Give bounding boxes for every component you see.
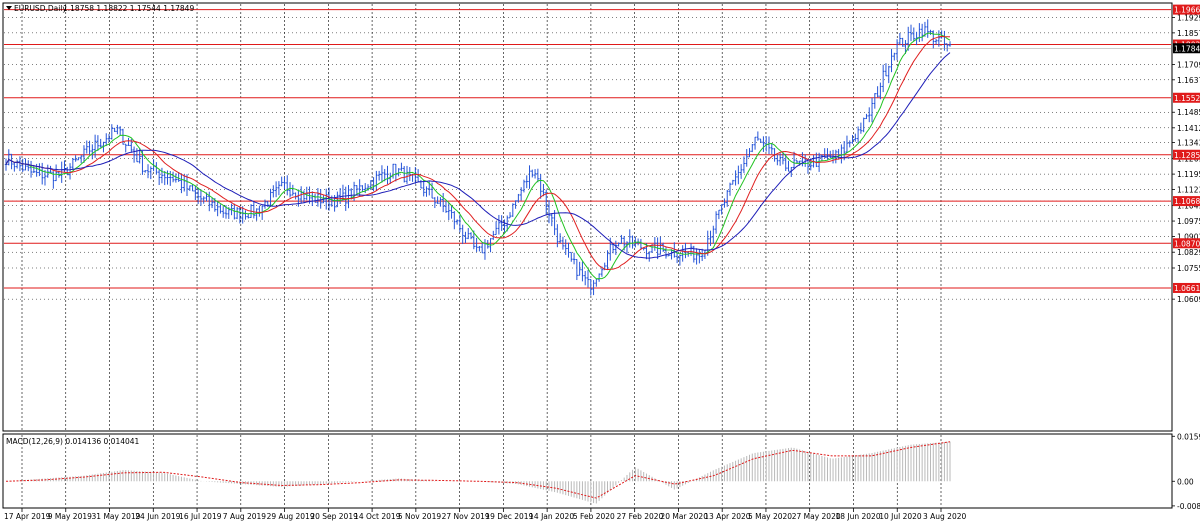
time-tick-label: 13 Apr 2020: [704, 512, 751, 521]
macd-tick-label: 0.015992: [1177, 432, 1200, 441]
time-tick-label: 16 Jul 2019: [179, 512, 222, 521]
price-tick-label: 1.18570: [1177, 29, 1200, 38]
time-tick-label: 27 Feb 2020: [617, 512, 664, 521]
price-chart-frame: [2, 2, 1173, 432]
level-price-tag-label: 1.10685: [1174, 197, 1200, 206]
time-tick-label: 5 May 2020: [748, 512, 792, 521]
time-tick-label: 18 Jun 2020: [835, 512, 880, 521]
macd-header-label: MACD(12,26,9) 0.014136 0.014041: [6, 437, 140, 446]
time-tick-label: 9 May 2019: [48, 512, 92, 521]
price-tick-label: 1.06090: [1177, 295, 1200, 304]
price-chart-canvas[interactable]: 1.19290 1.18570 1.17090 1.16370 1.14850 1.141…: [0, 0, 1200, 525]
price-tick-label: 1.09750: [1177, 217, 1200, 226]
level-price-tag-label: 1.19660: [1174, 6, 1200, 15]
price-tick-label: 1.14850: [1177, 108, 1200, 117]
time-tick-label: 31 May 2019: [92, 512, 141, 521]
macd-tick-label: 0.00: [1177, 477, 1194, 486]
time-tick-label: 29 Aug 2019: [267, 512, 315, 521]
time-tick-label: 14 Oct 2019: [354, 512, 401, 521]
price-tick-label: 1.16370: [1177, 76, 1200, 85]
time-tick-label: 27 May 2020: [792, 512, 841, 521]
time-tick-label: 14 Jan 2020: [529, 512, 574, 521]
ohlc-values: 1.18758 1.18822 1.17544 1.17849: [63, 4, 194, 13]
symbol-label: EURUSD,Daily: [14, 4, 67, 13]
price-tick-label: 1.17090: [1177, 60, 1200, 69]
level-price-tag-label: 1.12857: [1174, 151, 1200, 160]
level-price-tag-label: 1.15529: [1174, 94, 1200, 103]
price-tick-label: 1.08290: [1177, 248, 1200, 257]
price-tick-label: 1.07550: [1177, 264, 1200, 273]
time-tick-label: 17 Apr 2019: [4, 512, 51, 521]
price-tick-label: 1.14120: [1177, 124, 1200, 133]
time-tick-label: 7 Aug 2019: [223, 512, 266, 521]
time-tick-label: 20 Mar 2020: [660, 512, 708, 521]
time-tick-label: 27 Nov 2019: [442, 512, 490, 521]
price-tick-label: 1.13430: [1177, 139, 1200, 148]
price-tick-label: 1.19290: [1177, 14, 1200, 23]
price-tick-label: 1.11950: [1177, 170, 1200, 179]
time-tick-label: 24 Jun 2019: [135, 512, 180, 521]
trading-chart-window[interactable]: 1.19290 1.18570 1.17090 1.16370 1.14850 1.141…: [0, 0, 1200, 525]
symbol-header: EURUSD,Daily 1.18758 1.18822 1.17544 1.1…: [6, 4, 194, 13]
price-tick-label: 1.11230: [1177, 185, 1200, 194]
level-price-tag-label: 1.08709: [1174, 239, 1200, 248]
time-axis[interactable]: 17 Apr 20199 May 2019 31 May 201924 Jun 2…: [4, 508, 966, 521]
time-tick-label: 20 Sep 2019: [310, 512, 358, 521]
time-tick-label: 5 Feb 2020: [573, 512, 615, 521]
level-price-tag-label: 1.06614: [1174, 284, 1200, 293]
time-tick-label: 10 Jul 2020: [879, 512, 922, 521]
time-tick-label: 3 Aug 2020: [923, 512, 966, 521]
time-tick-label: 5 Nov 2019: [398, 512, 441, 521]
current-price-tag-label: 1.17849: [1174, 44, 1200, 53]
time-tick-label: 19 Dec 2019: [485, 512, 533, 521]
macd-tick-label: -0.008749: [1177, 502, 1200, 511]
